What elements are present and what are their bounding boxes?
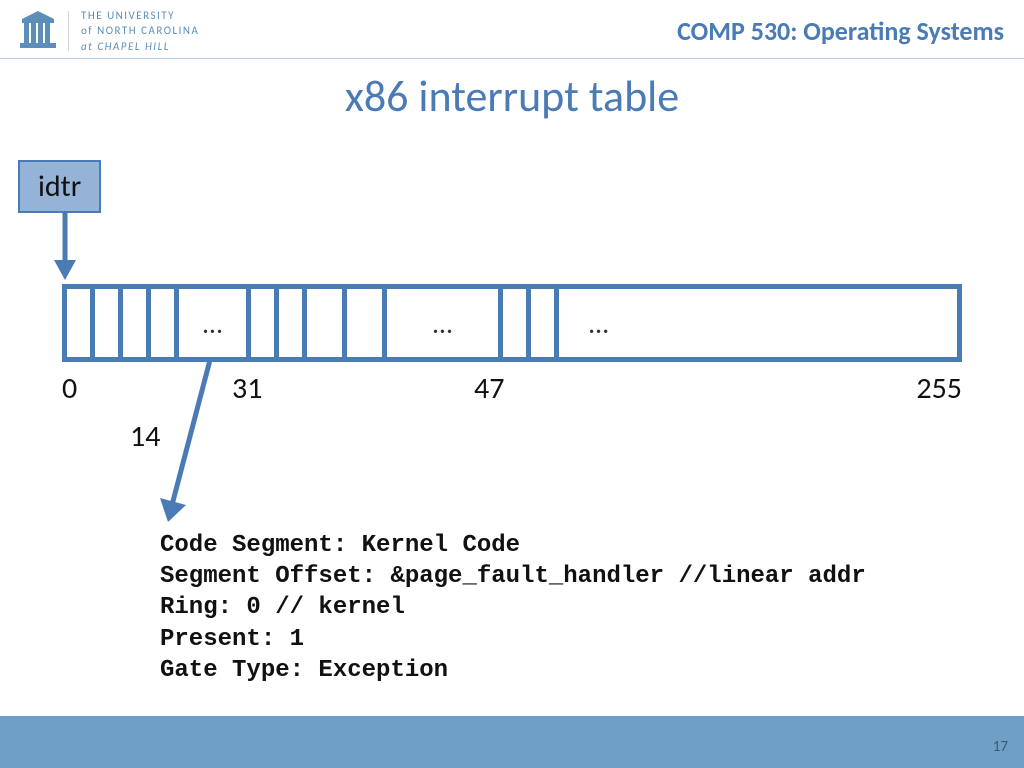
university-name: THE UNIVERSITY of NORTH CAROLINA at CHAP…	[81, 8, 199, 54]
idt-entry-detail: Code Segment: Kernel Code Segment Offset…	[160, 530, 866, 686]
idt-entry	[279, 289, 307, 357]
idt-ellipsis: …	[179, 289, 251, 357]
idt-entry	[307, 289, 347, 357]
slide-title: x86 interrupt table	[0, 69, 1024, 123]
code-line: Ring: 0 // kernel	[160, 594, 405, 621]
idtr-register-box: idtr	[18, 160, 101, 213]
idt-entry	[251, 289, 279, 357]
entry-14-label: 14	[130, 418, 160, 455]
logo-divider	[68, 11, 69, 51]
university-logo-area: THE UNIVERSITY of NORTH CAROLINA at CHAP…	[20, 8, 199, 54]
idt-ellipsis: …	[387, 289, 503, 357]
axis-label-255: 255	[916, 370, 962, 407]
idt-entry	[123, 289, 151, 357]
idt-ellipsis: …	[559, 289, 859, 357]
arrow-idtr-to-table-icon	[50, 212, 80, 282]
axis-label-0: 0	[62, 370, 77, 407]
code-line: Present: 1	[160, 626, 304, 653]
code-line: Segment Offset: &page_fault_handler //li…	[160, 563, 866, 590]
idt-entry	[95, 289, 123, 357]
idt-entry	[151, 289, 179, 357]
idt-entry	[347, 289, 387, 357]
code-line: Code Segment: Kernel Code	[160, 532, 520, 559]
axis-label-47: 47	[474, 370, 504, 407]
uni-line1: THE UNIVERSITY	[81, 8, 199, 23]
footer-bar: 17	[0, 716, 1024, 768]
page-number: 17	[993, 738, 1008, 756]
course-title: COMP 530: Operating Systems	[677, 15, 1004, 47]
uni-line2: of NORTH CAROLINA	[81, 23, 199, 38]
slide-header: THE UNIVERSITY of NORTH CAROLINA at CHAP…	[0, 0, 1024, 59]
code-line: Gate Type: Exception	[160, 657, 448, 684]
idt-entry	[503, 289, 531, 357]
arrow-entry14-to-detail-icon	[160, 360, 240, 530]
uni-line3: at CHAPEL HILL	[81, 39, 199, 54]
idt-entry	[531, 289, 559, 357]
unc-logo-icon	[20, 11, 56, 51]
idt-entry	[67, 289, 95, 357]
interrupt-table: … … …	[62, 284, 962, 362]
